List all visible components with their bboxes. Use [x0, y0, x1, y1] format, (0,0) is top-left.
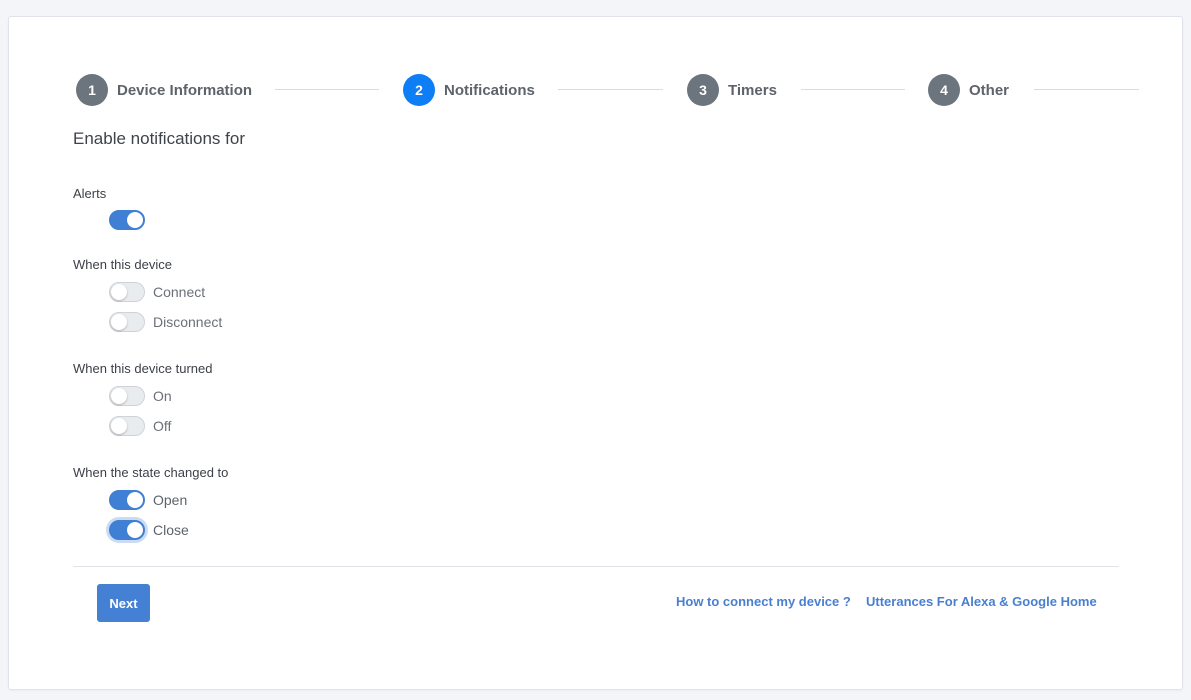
- alerts-toggle[interactable]: [109, 210, 145, 230]
- state-group-label: When the state changed to: [73, 465, 229, 480]
- utterances-link[interactable]: Utterances For Alexa & Google Home: [866, 594, 1097, 609]
- close-toggle-row: Close: [109, 520, 189, 540]
- toggle-knob: [111, 388, 127, 404]
- next-button[interactable]: Next: [97, 584, 150, 622]
- step-connector: [801, 89, 905, 90]
- toggle-knob: [127, 522, 143, 538]
- connection-group-label: When this device: [73, 257, 172, 272]
- step-label: Device Information: [117, 81, 253, 99]
- footer-divider: [73, 566, 1119, 567]
- disconnect-toggle-row: Disconnect: [109, 312, 222, 332]
- close-toggle[interactable]: [109, 520, 145, 540]
- toggle-knob: [111, 418, 127, 434]
- toggle-knob: [127, 492, 143, 508]
- connect-toggle-row: Connect: [109, 282, 205, 302]
- step-device-information[interactable]: 1 Device Information: [76, 74, 252, 106]
- toggle-knob: [111, 314, 127, 330]
- on-toggle-row: On: [109, 386, 172, 406]
- wizard-card: 1 Device Information 2 Notifications 3 T…: [8, 16, 1183, 690]
- step-number-badge: 1: [76, 74, 108, 106]
- open-label[interactable]: Open: [153, 492, 187, 508]
- step-connector: [275, 89, 379, 90]
- toggle-knob: [127, 212, 143, 228]
- disconnect-label[interactable]: Disconnect: [153, 314, 222, 330]
- step-notifications[interactable]: 2 Notifications: [403, 74, 535, 106]
- disconnect-toggle[interactable]: [109, 312, 145, 332]
- step-label: Timers: [728, 81, 777, 99]
- power-group-label: When this device turned: [73, 361, 213, 376]
- on-toggle[interactable]: [109, 386, 145, 406]
- open-toggle-row: Open: [109, 490, 187, 510]
- on-label[interactable]: On: [153, 388, 172, 404]
- close-label[interactable]: Close: [153, 522, 189, 538]
- step-connector: [558, 89, 663, 90]
- step-connector: [1034, 89, 1139, 90]
- step-timers[interactable]: 3 Timers: [687, 74, 777, 106]
- step-other[interactable]: 4 Other: [928, 74, 1009, 106]
- alerts-label: Alerts: [73, 186, 107, 201]
- connect-toggle[interactable]: [109, 282, 145, 302]
- open-toggle[interactable]: [109, 490, 145, 510]
- step-label: Other: [969, 81, 1010, 99]
- off-label[interactable]: Off: [153, 418, 171, 434]
- connect-label[interactable]: Connect: [153, 284, 205, 300]
- toggle-knob: [111, 284, 127, 300]
- how-to-connect-link[interactable]: How to connect my device ?: [676, 594, 851, 609]
- step-number-badge: 2: [403, 74, 435, 106]
- off-toggle-row: Off: [109, 416, 171, 436]
- step-label: Notifications: [444, 81, 535, 99]
- step-number-badge: 3: [687, 74, 719, 106]
- alerts-toggle-row: [109, 210, 145, 230]
- step-number-badge: 4: [928, 74, 960, 106]
- off-toggle[interactable]: [109, 416, 145, 436]
- section-title: Enable notifications for: [73, 129, 245, 148]
